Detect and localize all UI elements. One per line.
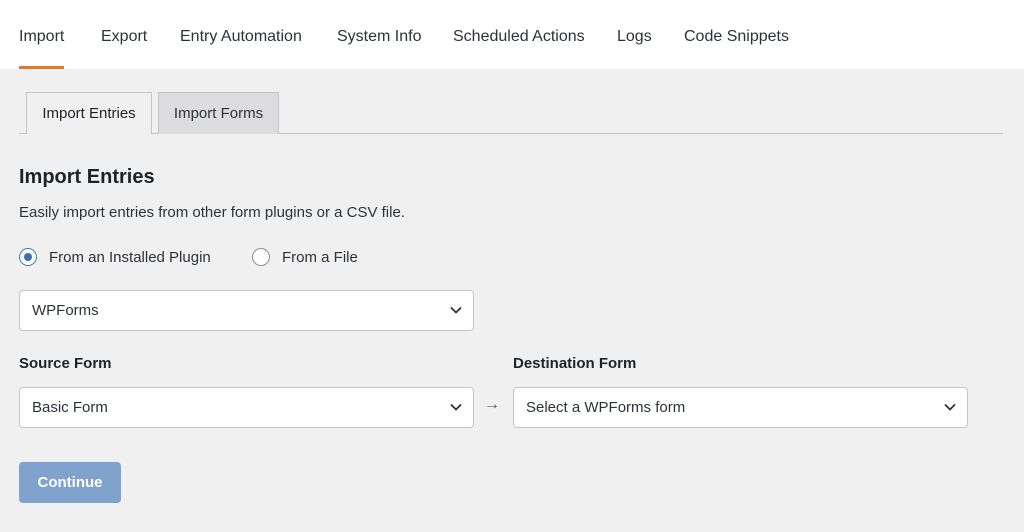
radio-button-icon[interactable] xyxy=(19,248,37,266)
top-navigation: Import Export Entry Automation System In… xyxy=(0,0,1024,69)
destination-form-select[interactable]: Select a WPForms form xyxy=(513,387,968,428)
destination-form-value: Select a WPForms form xyxy=(526,399,686,416)
section-description: Easily import entries from other form pl… xyxy=(19,204,405,221)
radio-from-file-label: From a File xyxy=(282,248,358,266)
subtab-import-forms[interactable]: Import Forms xyxy=(158,92,279,134)
tab-import[interactable]: Import xyxy=(19,0,65,69)
radio-installed-plugin[interactable]: From an Installed Plugin xyxy=(19,247,211,267)
continue-button[interactable]: Continue xyxy=(19,462,121,503)
tab-entry-automation[interactable]: Entry Automation xyxy=(180,0,302,69)
tab-export[interactable]: Export xyxy=(101,0,147,69)
radio-button-icon[interactable] xyxy=(252,248,270,266)
source-form-value: Basic Form xyxy=(32,399,108,416)
tab-logs[interactable]: Logs xyxy=(617,0,652,69)
plugin-select[interactable]: WPForms xyxy=(19,290,474,331)
radio-from-file[interactable]: From a File xyxy=(252,247,358,267)
radio-installed-plugin-label: From an Installed Plugin xyxy=(49,248,211,266)
subtab-import-entries[interactable]: Import Entries xyxy=(26,92,152,134)
destination-form-label: Destination Form xyxy=(513,355,637,372)
arrow-right-icon: → xyxy=(484,396,500,413)
chevron-down-icon xyxy=(944,403,956,411)
plugin-select-value: WPForms xyxy=(32,302,99,319)
source-form-select[interactable]: Basic Form xyxy=(19,387,474,428)
tab-system-info[interactable]: System Info xyxy=(337,0,421,69)
section-title: Import Entries xyxy=(19,166,155,188)
source-form-label: Source Form xyxy=(19,355,112,372)
chevron-down-icon xyxy=(450,306,462,314)
tab-code-snippets[interactable]: Code Snippets xyxy=(684,0,789,69)
tab-scheduled-actions[interactable]: Scheduled Actions xyxy=(453,0,585,69)
chevron-down-icon xyxy=(450,403,462,411)
